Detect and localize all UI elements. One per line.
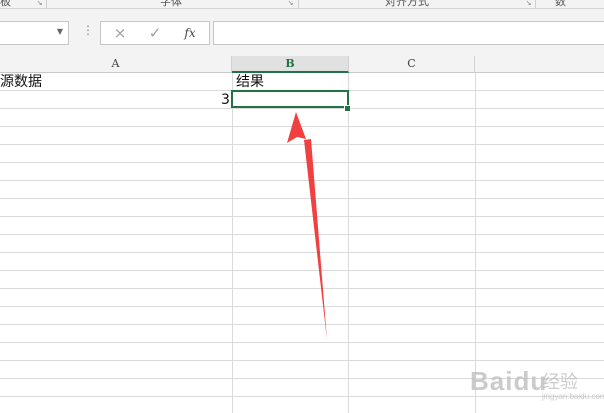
gridline-horizontal (0, 288, 604, 289)
column-header-d[interactable] (475, 56, 604, 72)
gridline-horizontal (0, 306, 604, 307)
column-header-b[interactable]: B (232, 56, 349, 73)
formula-bar: ▼ ⋮ × ✓ fx (0, 9, 604, 56)
gridline-vertical (348, 73, 349, 413)
gridline-horizontal (0, 234, 604, 235)
cancel-icon[interactable]: × (103, 22, 137, 44)
gridline-horizontal (0, 216, 604, 217)
gridline-horizontal (0, 144, 604, 145)
watermark-sub: jingyan.baidu.com (542, 392, 604, 401)
ribbon-separator (535, 0, 536, 8)
clipboard-launcher-icon[interactable]: ↘ (36, 0, 43, 7)
cell-a1[interactable]: 源数据 (0, 74, 42, 90)
gridline-horizontal (0, 198, 604, 199)
fill-handle[interactable] (344, 105, 351, 112)
column-header-a[interactable]: A (0, 56, 232, 72)
gridline-horizontal (0, 162, 604, 163)
gridline-horizontal (0, 342, 604, 343)
insert-function-icon[interactable]: fx (173, 22, 207, 44)
gridline-horizontal (0, 270, 604, 271)
cell-b1[interactable]: 结果 (236, 74, 264, 90)
gridline-horizontal (0, 180, 604, 181)
ribbon-separator (46, 0, 47, 8)
ribbon-group-number-label: 数 (555, 0, 566, 8)
gridline-horizontal (0, 252, 604, 253)
name-box[interactable]: ▼ (0, 21, 69, 45)
cell-a2[interactable]: 3 (221, 92, 230, 108)
ribbon-group-font-label: 字体 (160, 0, 182, 8)
watermark: Baidu 经验 jingyan.baidu.com (470, 358, 604, 408)
gridline-horizontal (0, 108, 604, 109)
gridline-horizontal (0, 324, 604, 325)
ribbon-group-clipboard-label: 板 (0, 0, 11, 8)
ribbon-separator (298, 0, 299, 8)
font-launcher-icon[interactable]: ↘ (287, 0, 294, 7)
enter-icon[interactable]: ✓ (138, 22, 172, 44)
watermark-brand: Baidu (470, 366, 548, 396)
formula-input[interactable] (213, 21, 604, 45)
column-header-c[interactable]: C (349, 56, 475, 72)
alignment-launcher-icon[interactable]: ↘ (525, 0, 532, 7)
selected-cell-b2[interactable] (231, 90, 349, 108)
gridline-horizontal (0, 126, 604, 127)
chevron-down-icon[interactable]: ▼ (57, 27, 63, 36)
drag-handle-icon[interactable]: ⋮ (82, 23, 94, 37)
column-header-row: A B C (0, 56, 604, 73)
ribbon-group-alignment-label: 对齐方式 (385, 0, 429, 8)
formula-buttons: × ✓ fx (100, 21, 210, 45)
ribbon-group-labels: 板 ↘ 字体 ↘ 对齐方式 ↘ 数 (0, 0, 604, 9)
gridline-vertical (232, 73, 233, 413)
watermark-cn: 经验 (542, 372, 578, 393)
